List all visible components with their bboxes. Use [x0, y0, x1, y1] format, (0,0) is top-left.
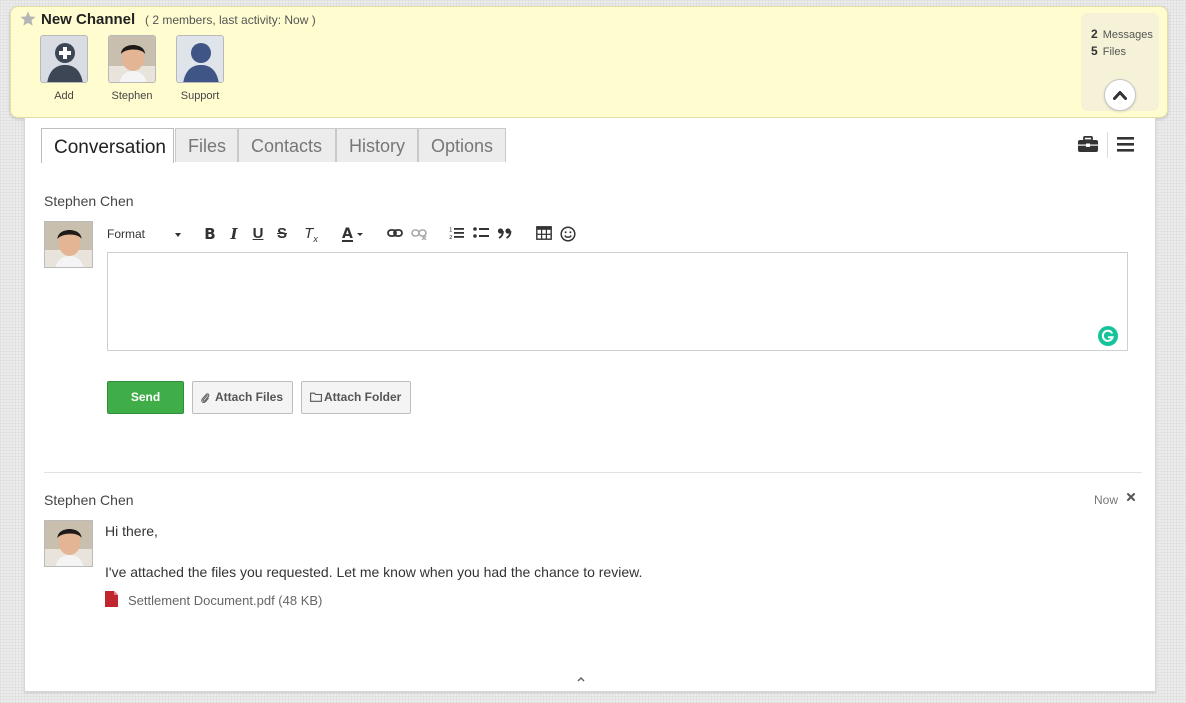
- star-icon[interactable]: [19, 10, 37, 28]
- link-icon[interactable]: [385, 224, 405, 244]
- tab-contacts[interactable]: Contacts: [238, 128, 336, 162]
- message-author: Stephen Chen: [44, 492, 134, 508]
- toolbar-divider: [1107, 132, 1108, 158]
- user-photo-icon: [109, 36, 155, 82]
- member-label: Add: [54, 90, 74, 102]
- message-text-line: Hi there,: [105, 523, 158, 539]
- section-divider: [44, 472, 1142, 473]
- avatar[interactable]: [176, 35, 224, 83]
- collapse-header-button[interactable]: [1104, 79, 1136, 111]
- chevron-up-icon[interactable]: [576, 676, 586, 683]
- user-photo-icon: [45, 521, 92, 566]
- messages-stat: 2 Messages: [1091, 27, 1153, 41]
- table-icon[interactable]: [534, 224, 554, 244]
- format-label: Format: [107, 227, 146, 241]
- member-label: Stephen: [111, 90, 153, 102]
- close-icon[interactable]: [1126, 492, 1136, 502]
- bulleted-list-icon[interactable]: [471, 224, 491, 244]
- avatar: [44, 520, 93, 567]
- attachment-name: Settlement Document.pdf (48 KB): [128, 593, 323, 608]
- italic-icon[interactable]: I: [224, 224, 244, 244]
- blockquote-icon[interactable]: [495, 224, 515, 244]
- chevron-up-icon: [1113, 91, 1127, 100]
- paperclip-icon: [201, 393, 210, 404]
- unlink-icon[interactable]: [409, 224, 429, 244]
- pdf-file-icon: [105, 591, 118, 607]
- underline-icon[interactable]: U: [248, 224, 268, 244]
- member-add[interactable]: Add: [32, 35, 96, 102]
- user-silhouette-icon: [177, 36, 223, 82]
- svg-text:2: 2: [449, 235, 453, 240]
- tab-conversation[interactable]: Conversation: [41, 128, 174, 163]
- avatar: [44, 221, 93, 268]
- svg-text:1: 1: [449, 228, 453, 234]
- member-stephen[interactable]: Stephen: [100, 35, 164, 102]
- member-support[interactable]: Support: [168, 35, 232, 102]
- channel-meta: ( 2 members, last activity: Now ): [145, 13, 316, 27]
- attach-folder-button[interactable]: Attach Folder: [301, 381, 411, 414]
- format-select[interactable]: Format: [107, 227, 183, 241]
- chevron-down-icon: [175, 233, 181, 237]
- channel-header: New Channel ( 2 members, last activity: …: [10, 6, 1168, 118]
- channel-stats: 2 Messages 5 Files: [1081, 13, 1159, 111]
- files-stat: 5 Files: [1091, 44, 1126, 58]
- add-user-icon: [41, 36, 87, 82]
- avatar[interactable]: [108, 35, 156, 83]
- files-label: Files: [1102, 46, 1126, 58]
- tab-files[interactable]: Files: [175, 128, 238, 162]
- messages-count: 2: [1091, 27, 1098, 41]
- svg-text:A: A: [342, 226, 353, 242]
- toolbox-icon[interactable]: [1077, 136, 1099, 153]
- member-label: Support: [180, 90, 220, 102]
- menu-icon[interactable]: [1117, 137, 1134, 152]
- strikethrough-icon[interactable]: S: [272, 224, 292, 244]
- attach-folder-label: Attach Folder: [324, 390, 402, 404]
- main-panel: Conversation Files Contacts History Opti…: [24, 118, 1156, 692]
- grammarly-icon[interactable]: [1097, 325, 1119, 347]
- message-time: Now: [1094, 493, 1119, 507]
- attach-files-label: Attach Files: [215, 390, 284, 404]
- bold-icon[interactable]: B: [200, 224, 220, 244]
- send-button[interactable]: Send: [107, 381, 184, 414]
- composer-author: Stephen Chen: [44, 193, 134, 209]
- message-text-line: I've attached the files you requested. L…: [105, 564, 643, 580]
- clear-format-icon[interactable]: Tx: [301, 224, 321, 244]
- attach-files-button[interactable]: Attach Files: [192, 381, 293, 414]
- folder-icon: [310, 392, 322, 402]
- messages-label: Messages: [1102, 29, 1153, 41]
- emoji-icon[interactable]: [558, 224, 578, 244]
- editor-toolbar: Format B I U S Tx A 1 2: [107, 222, 587, 248]
- add-member-avatar[interactable]: [40, 35, 88, 83]
- channel-title: New Channel: [41, 11, 136, 28]
- text-color-icon[interactable]: A: [340, 224, 366, 244]
- message-editor[interactable]: [107, 252, 1128, 351]
- user-photo-icon: [45, 222, 92, 267]
- files-count: 5: [1091, 44, 1098, 58]
- tab-options[interactable]: Options: [418, 128, 506, 162]
- tab-history[interactable]: History: [336, 128, 418, 162]
- numbered-list-icon[interactable]: 1 2: [447, 224, 467, 244]
